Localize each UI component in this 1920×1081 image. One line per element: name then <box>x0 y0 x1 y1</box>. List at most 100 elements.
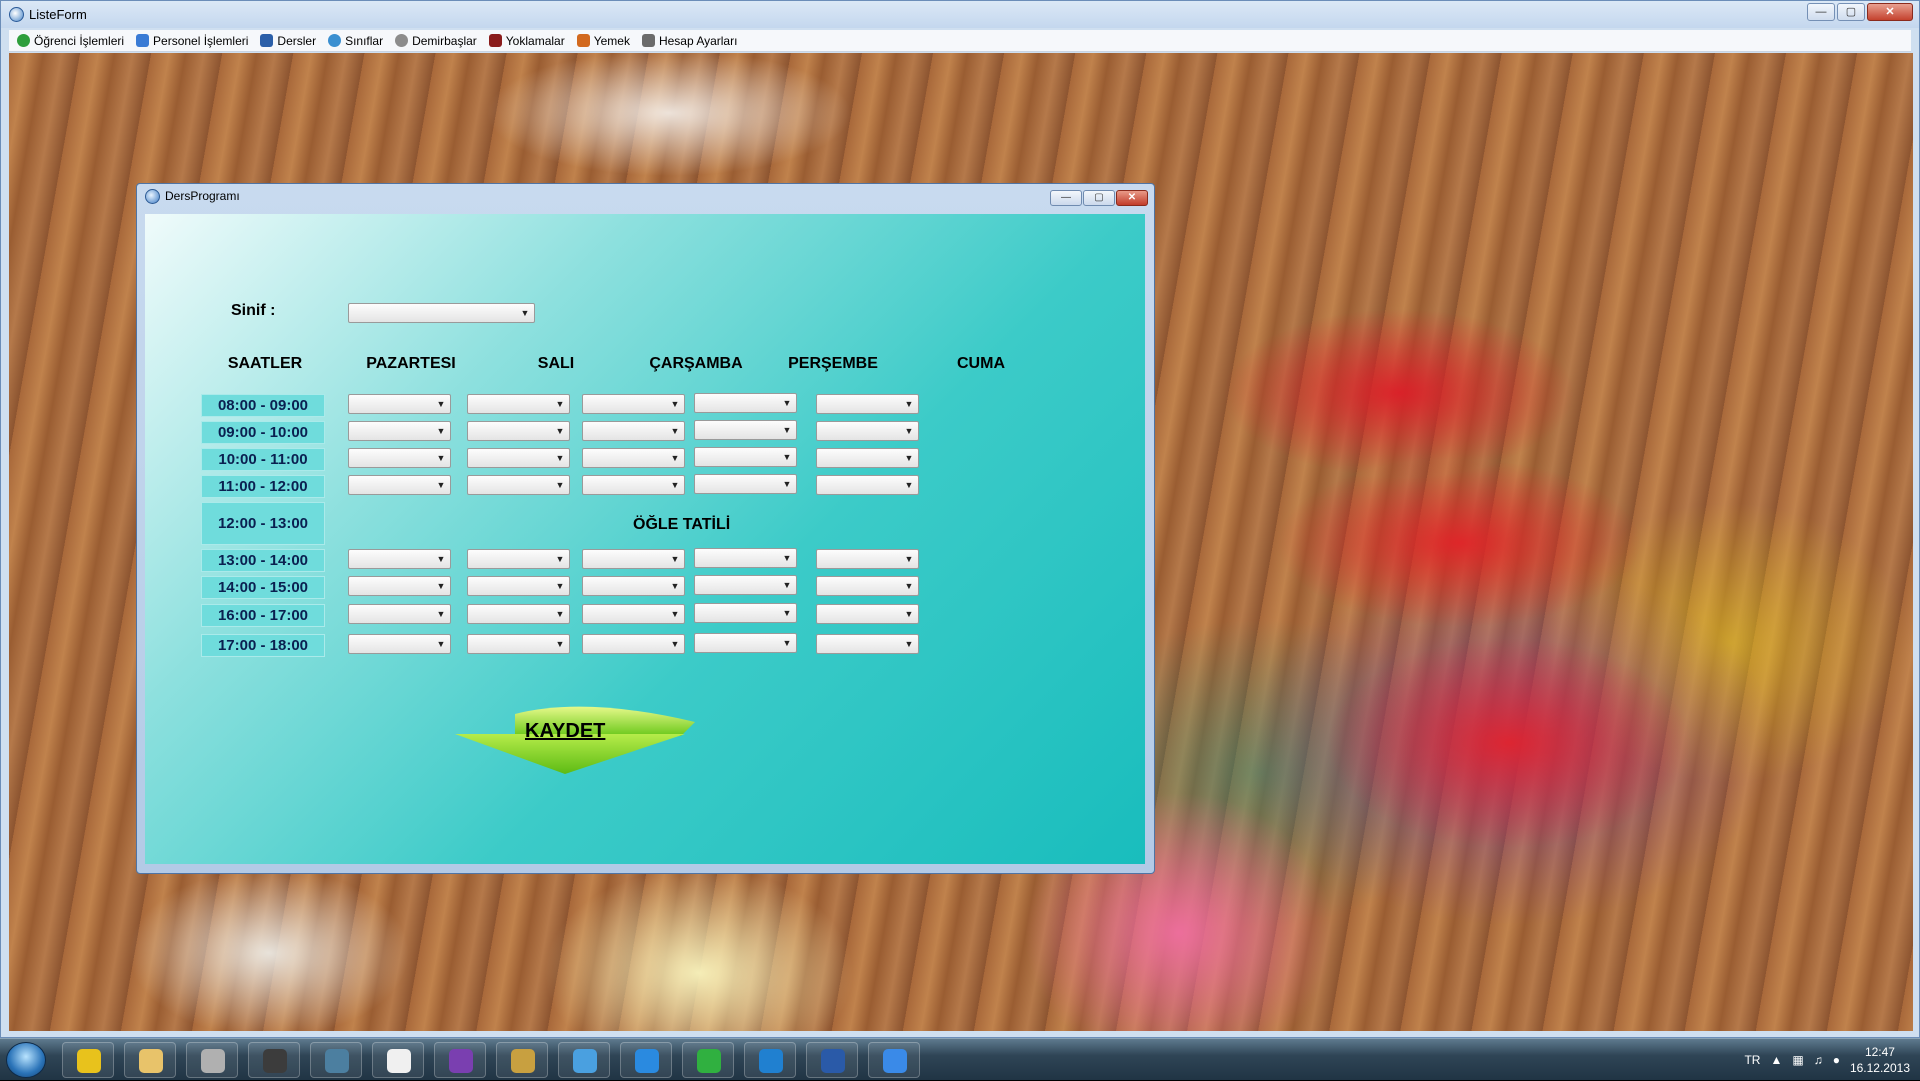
volume-icon[interactable]: ♫ <box>1814 1053 1823 1067</box>
taskbar-chrome-button[interactable] <box>62 1042 114 1078</box>
chrome-icon <box>77 1049 101 1073</box>
browser-icon <box>759 1049 783 1073</box>
taskbar-word-button[interactable] <box>806 1042 858 1078</box>
chevron-down-icon: ▼ <box>670 554 680 564</box>
main-window: ListeForm — ▢ ✕ Öğrenci İşlemleri Person… <box>0 0 1920 1038</box>
menu-item-demirbaslar[interactable]: Demirbaşlar <box>395 34 477 48</box>
dialog-minimize-button[interactable]: — <box>1050 190 1082 206</box>
dropdown-pazartesi-row-3[interactable]: ▼ <box>348 448 451 468</box>
update-icon[interactable]: ● <box>1833 1053 1840 1067</box>
start-button[interactable] <box>6 1042 46 1078</box>
dropdown-carsamba-row-7[interactable]: ▼ <box>582 604 685 624</box>
chevron-down-icon: ▼ <box>670 609 680 619</box>
dropdown-cuma-row-6[interactable]: ▼ <box>816 576 919 596</box>
dropdown-carsamba-row-3[interactable]: ▼ <box>582 448 685 468</box>
menu-item-yemek[interactable]: Yemek <box>576 34 630 48</box>
header-saatler: SAATLER <box>227 355 303 372</box>
menu-item-dersler[interactable]: Dersler <box>260 34 316 48</box>
dropdown-sali-row-1[interactable]: ▼ <box>467 394 570 414</box>
show-hidden-icons-icon[interactable]: ▲ <box>1770 1053 1782 1067</box>
chevron-down-icon: ▼ <box>782 638 792 648</box>
dropdown-pazartesi-row-5[interactable]: ▼ <box>348 549 451 569</box>
header-cuma: CUMA <box>957 355 1005 372</box>
dropdown-cuma-row-4[interactable]: ▼ <box>816 475 919 495</box>
dialog-titlebar[interactable]: DersProgramı — ▢ ✕ <box>137 184 1154 208</box>
taskbar-app-store-button[interactable] <box>620 1042 672 1078</box>
menu-item-personel[interactable]: Personel İşlemleri <box>136 34 248 48</box>
chevron-down-icon: ▼ <box>782 452 792 462</box>
dropdown-carsamba-row-4[interactable]: ▼ <box>582 475 685 495</box>
dropdown-carsamba-row-1[interactable]: ▼ <box>582 394 685 414</box>
taskbar-explorer-button[interactable] <box>124 1042 176 1078</box>
taskbar-transfer-button[interactable] <box>682 1042 734 1078</box>
minimize-button[interactable]: — <box>1807 3 1835 21</box>
dropdown-cuma-row-1[interactable]: ▼ <box>816 394 919 414</box>
dropdown-carsamba-row-5[interactable]: ▼ <box>582 549 685 569</box>
header-sali: SALI <box>537 355 575 372</box>
menu-item-yoklamalar[interactable]: Yoklamalar <box>488 34 565 48</box>
dropdown-persembe-row-8[interactable]: ▼ <box>694 633 797 653</box>
taskbar-books-button[interactable] <box>186 1042 238 1078</box>
dropdown-pazartesi-row-4[interactable]: ▼ <box>348 475 451 495</box>
dropdown-cuma-row-7[interactable]: ▼ <box>816 604 919 624</box>
clock-time: 12:47 <box>1864 1045 1895 1059</box>
dropdown-sali-row-6[interactable]: ▼ <box>467 576 570 596</box>
dropdown-sali-row-3[interactable]: ▼ <box>467 448 570 468</box>
dropdown-pazartesi-row-6[interactable]: ▼ <box>348 576 451 596</box>
taskbar-visual-studio-button[interactable] <box>434 1042 486 1078</box>
dropdown-cuma-row-8[interactable]: ▼ <box>816 634 919 654</box>
menu-item-label: Sınıflar <box>345 33 384 48</box>
time-slot-7: 14:00 - 15:00 <box>201 576 325 599</box>
menu-item-ogrenci[interactable]: Öğrenci İşlemleri <box>17 34 124 48</box>
dropdown-persembe-row-1[interactable]: ▼ <box>694 393 797 413</box>
chevron-down-icon: ▼ <box>782 553 792 563</box>
dropdown-persembe-row-7[interactable]: ▼ <box>694 603 797 623</box>
taskbar-tools-button[interactable] <box>496 1042 548 1078</box>
menu-item-siniflar[interactable]: Sınıflar <box>328 34 383 48</box>
dropdown-pazartesi-row-8[interactable]: ▼ <box>348 634 451 654</box>
close-button[interactable]: ✕ <box>1867 3 1913 21</box>
dropdown-sali-row-8[interactable]: ▼ <box>467 634 570 654</box>
dropdown-persembe-row-4[interactable]: ▼ <box>694 474 797 494</box>
clock[interactable]: 12:47 16.12.2013 <box>1850 1044 1910 1076</box>
taskbar-media-button[interactable] <box>248 1042 300 1078</box>
dropdown-carsamba-row-2[interactable]: ▼ <box>582 421 685 441</box>
yandex-icon <box>387 1049 411 1073</box>
dropdown-sali-row-7[interactable]: ▼ <box>467 604 570 624</box>
taskbar-yandex-button[interactable] <box>372 1042 424 1078</box>
dropdown-pazartesi-row-1[interactable]: ▼ <box>348 394 451 414</box>
dropdown-carsamba-row-6[interactable]: ▼ <box>582 576 685 596</box>
taskbar-network-button[interactable] <box>310 1042 362 1078</box>
dropdown-cuma-row-3[interactable]: ▼ <box>816 448 919 468</box>
network-signal-icon[interactable]: ▦ <box>1792 1053 1803 1067</box>
taskbar-download-button[interactable] <box>868 1042 920 1078</box>
dropdown-pazartesi-row-7[interactable]: ▼ <box>348 604 451 624</box>
time-slot-8: 16:00 - 17:00 <box>201 604 325 627</box>
dropdown-persembe-row-5[interactable]: ▼ <box>694 548 797 568</box>
taskbar-messenger-button[interactable] <box>558 1042 610 1078</box>
chevron-down-icon: ▼ <box>904 453 914 463</box>
chevron-down-icon: ▼ <box>670 581 680 591</box>
app-store-icon <box>635 1049 659 1073</box>
menu-item-hesap-ayarlari[interactable]: Hesap Ayarları <box>641 34 737 48</box>
taskbar-browser-button[interactable] <box>744 1042 796 1078</box>
chevron-down-icon: ▼ <box>904 399 914 409</box>
dropdown-persembe-row-6[interactable]: ▼ <box>694 575 797 595</box>
dialog-close-button[interactable]: ✕ <box>1116 190 1148 206</box>
sinif-dropdown[interactable]: ▼ <box>348 303 535 323</box>
kaydet-button[interactable]: KAYDET <box>525 720 605 743</box>
dropdown-pazartesi-row-2[interactable]: ▼ <box>348 421 451 441</box>
dropdown-sali-row-4[interactable]: ▼ <box>467 475 570 495</box>
dropdown-sali-row-2[interactable]: ▼ <box>467 421 570 441</box>
dropdown-persembe-row-3[interactable]: ▼ <box>694 447 797 467</box>
dropdown-cuma-row-5[interactable]: ▼ <box>816 549 919 569</box>
dialog-maximize-button[interactable]: ▢ <box>1083 190 1115 206</box>
dropdown-sali-row-5[interactable]: ▼ <box>467 549 570 569</box>
messenger-icon <box>573 1049 597 1073</box>
language-indicator[interactable]: TR <box>1744 1053 1760 1067</box>
maximize-button[interactable]: ▢ <box>1837 3 1865 21</box>
dropdown-cuma-row-2[interactable]: ▼ <box>816 421 919 441</box>
dropdown-carsamba-row-8[interactable]: ▼ <box>582 634 685 654</box>
dropdown-persembe-row-2[interactable]: ▼ <box>694 420 797 440</box>
time-slot-4: 11:00 - 12:00 <box>201 475 325 498</box>
